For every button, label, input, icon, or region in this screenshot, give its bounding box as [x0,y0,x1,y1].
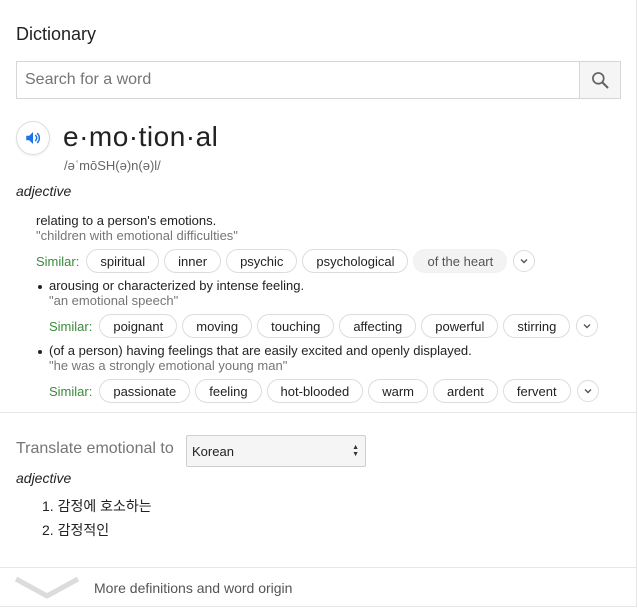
footer-divider [0,567,637,568]
similar-chip[interactable]: hot-blooded [266,379,364,403]
more-definitions-link[interactable]: More definitions and word origin [94,580,292,596]
similar-label: Similar: [49,383,93,399]
similar-chip[interactable]: feeling [195,379,262,403]
similar-chip[interactable]: touching [257,314,335,338]
similar-chip[interactable]: stirring [503,314,571,338]
bullet [38,350,42,354]
headword: e·mo·tion·al [63,121,219,152]
dictionary-card: Dictionary e·mo·tion·al /əˈmōSH(ə)n(ə)l/… [0,0,637,607]
pronunciation-button[interactable] [16,121,50,155]
search-button[interactable] [579,62,620,98]
similar-chip[interactable]: poignant [99,314,178,338]
expand-similar-button[interactable] [576,315,599,337]
search-input[interactable] [17,62,579,98]
similar-chip[interactable]: spiritual [86,249,160,273]
definition-3: (of a person) having feelings that are e… [49,343,472,358]
example-3: "he was a strongly emotional young man" [49,358,288,373]
similar-chip[interactable]: fervent [502,379,571,403]
speaker-icon [26,132,41,144]
example-2: "an emotional speech" [49,293,179,308]
translate-label: Translate emotional to [16,440,174,457]
part-of-speech: adjective [16,183,72,199]
selected-language: Korean [192,443,234,459]
card-title: Dictionary [16,24,97,44]
similar-chip[interactable]: powerful [421,314,499,338]
chevron-down-icon [583,324,591,329]
select-arrows-icon: ▲ ▼ [352,444,359,458]
search-icon [592,72,609,89]
similar-label: Similar: [36,253,80,269]
similar-row-3: Similar: passionate feeling hot-blooded … [49,378,599,404]
similar-label: Similar: [49,318,93,334]
chevron-down-icon [520,259,528,264]
search-box [16,61,621,99]
example-1: "children with emotional difficulties" [36,228,238,243]
expand-similar-button[interactable] [513,250,536,272]
definition-2: arousing or characterized by intense fee… [49,278,305,293]
similar-chip[interactable]: affecting [339,314,417,338]
section-divider [0,412,637,413]
similar-chip[interactable]: moving [182,314,253,338]
phonetic-spelling: /əˈmōSH(ə)n(ə)l/ [64,158,161,173]
similar-chip[interactable]: ardent [433,379,498,403]
translation-item-2: 2. 감정적인 [42,522,110,538]
similar-row-1: Similar: spiritual inner psychic psychol… [36,248,536,274]
similar-chip[interactable]: passionate [99,379,191,403]
chevron-down-icon[interactable] [14,574,80,600]
translation-item-1: 1. 감정에 호소하는 [42,498,152,514]
bullet [38,285,42,289]
definition-1: relating to a person's emotions. [36,213,217,228]
similar-chip[interactable]: psychological [302,249,409,273]
similar-chip[interactable]: warm [368,379,428,403]
similar-chip[interactable]: psychic [226,249,298,273]
similar-chip[interactable]: inner [164,249,222,273]
translation-part-of-speech: adjective [16,470,72,486]
similar-row-2: Similar: poignant moving touching affect… [49,313,599,339]
language-select[interactable]: Korean ▲ ▼ [186,435,366,467]
expand-similar-button[interactable] [576,380,599,402]
similar-chip[interactable]: of the heart [413,249,508,273]
chevron-down-icon [584,389,592,394]
